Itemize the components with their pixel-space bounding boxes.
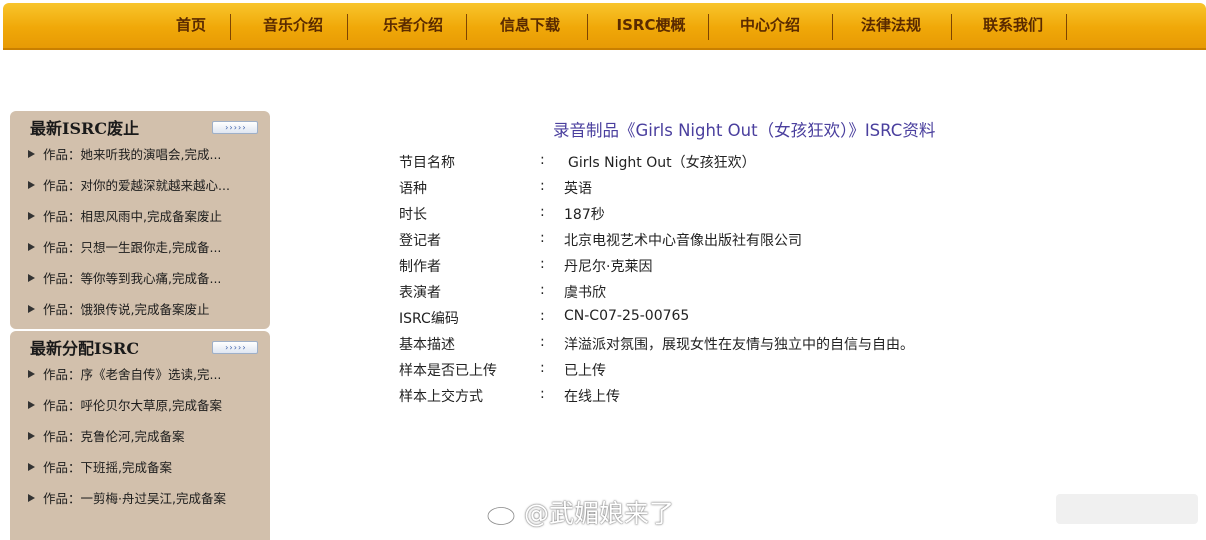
field-colon: : <box>540 334 545 350</box>
nav-separator <box>466 14 467 40</box>
nav-music-intro[interactable]: 音乐介绍 <box>253 3 333 48</box>
list-item[interactable]: 作品：饿狼传说,完成备案废止 <box>28 299 260 318</box>
arrow-bullet-icon <box>28 212 35 220</box>
weibo-watermark: @武媚娘来了 <box>486 494 674 530</box>
field-label: 样本上交方式 <box>399 389 483 405</box>
panel-title: 最新分配ISRC <box>30 339 140 358</box>
latest-abolished-panel: 最新ISRC废止 ››››› 作品：她来听我的演唱会,完成... 作品：对你的爱… <box>10 111 270 329</box>
field-value: CN-C07-25-00765 <box>564 308 690 324</box>
nav-separator <box>708 14 709 40</box>
field-value: 虞书欣 <box>564 285 606 301</box>
latest-assigned-panel: 最新分配ISRC ››››› 作品：序《老舍自传》选读,完... 作品：呼伦贝尔… <box>10 331 270 540</box>
field-colon: : <box>540 308 545 324</box>
arrow-bullet-icon <box>28 243 35 251</box>
weibo-icon <box>486 501 521 526</box>
field-label: 语种 <box>399 181 427 197</box>
field-label: 节目名称 <box>399 155 455 171</box>
field-value: Girls Night Out（女孩狂欢） <box>568 155 756 171</box>
nav-musician-intro[interactable]: 乐者介绍 <box>373 3 453 48</box>
nav-separator <box>832 14 833 40</box>
nav-separator <box>587 14 588 40</box>
nav-separator <box>230 14 231 40</box>
arrow-bullet-icon <box>28 370 35 378</box>
field-value: 丹尼尔·克莱因 <box>564 259 653 275</box>
scrollbar-thumb[interactable] <box>1056 494 1198 524</box>
field-colon: : <box>540 178 545 194</box>
record-detail-title: 录音制品《Girls Night Out（女孩狂欢）》ISRC资料 <box>553 121 936 140</box>
field-value: 英语 <box>564 181 592 197</box>
field-colon: : <box>540 152 545 168</box>
field-colon: : <box>540 360 545 376</box>
more-button[interactable]: ››››› <box>212 121 258 134</box>
field-value: 在线上传 <box>564 389 620 405</box>
arrow-bullet-icon <box>28 401 35 409</box>
list-item[interactable]: 作品：她来听我的演唱会,完成... <box>28 144 260 163</box>
nav-info-download[interactable]: 信息下载 <box>490 3 570 48</box>
list-item[interactable]: 作品：只想一生跟你走,完成备... <box>28 237 260 256</box>
arrow-bullet-icon <box>28 305 35 313</box>
field-colon: : <box>540 256 545 272</box>
field-colon: : <box>540 386 545 402</box>
list-item[interactable]: 作品：呼伦贝尔大草原,完成备案 <box>28 395 260 414</box>
arrow-bullet-icon <box>28 150 35 158</box>
nav-home[interactable]: 首页 <box>163 3 219 48</box>
nav-contact-us[interactable]: 联系我们 <box>971 3 1055 48</box>
field-colon: : <box>540 230 545 246</box>
list-item[interactable]: 作品：克鲁伦河,完成备案 <box>28 426 260 445</box>
field-value: 187秒 <box>564 207 605 223</box>
nav-laws[interactable]: 法律法规 <box>851 3 931 48</box>
field-value: 已上传 <box>564 363 606 379</box>
field-value: 洋溢派对氛围，展现女性在友情与独立中的自信与自由。 <box>564 337 914 353</box>
watermark-text: @武媚娘来了 <box>524 499 675 528</box>
arrow-bullet-icon <box>28 432 35 440</box>
arrow-bullet-icon <box>28 463 35 471</box>
field-label: 基本描述 <box>399 337 455 353</box>
arrow-bullet-icon <box>28 274 35 282</box>
nav-center-intro[interactable]: 中心介绍 <box>730 3 810 48</box>
list-item[interactable]: 作品：相思风雨中,完成备案废止 <box>28 206 260 225</box>
nav-separator <box>951 14 952 40</box>
list-item[interactable]: 作品：下班摇,完成备案 <box>28 457 260 476</box>
field-label: 登记者 <box>399 233 441 249</box>
more-button[interactable]: ››››› <box>212 341 258 354</box>
field-label: 时长 <box>399 207 427 223</box>
list-item[interactable]: 作品：对你的爱越深就越来越心... <box>28 175 260 194</box>
nav-isrc-overview[interactable]: ISRC梗概 <box>609 3 693 48</box>
top-nav-bar: 首页 音乐介绍 乐者介绍 信息下载 ISRC梗概 中心介绍 法律法规 联系我们 <box>3 3 1206 50</box>
field-label: ISRC编码 <box>399 311 459 327</box>
field-label: 制作者 <box>399 259 441 275</box>
field-label: 表演者 <box>399 285 441 301</box>
arrow-bullet-icon <box>28 494 35 502</box>
panel-title: 最新ISRC废止 <box>30 119 140 138</box>
nav-separator <box>347 14 348 40</box>
field-colon: : <box>540 204 545 220</box>
list-item[interactable]: 作品：一剪梅·舟过吴江,完成备案 <box>28 488 260 507</box>
field-colon: : <box>540 282 545 298</box>
nav-separator <box>1066 14 1067 40</box>
list-item[interactable]: 作品：等你等到我心痛,完成备... <box>28 268 260 287</box>
list-item[interactable]: 作品：序《老舍自传》选读,完... <box>28 364 260 383</box>
arrow-bullet-icon <box>28 181 35 189</box>
field-value: 北京电视艺术中心音像出版社有限公司 <box>564 233 802 249</box>
field-label: 样本是否已上传 <box>399 363 497 379</box>
